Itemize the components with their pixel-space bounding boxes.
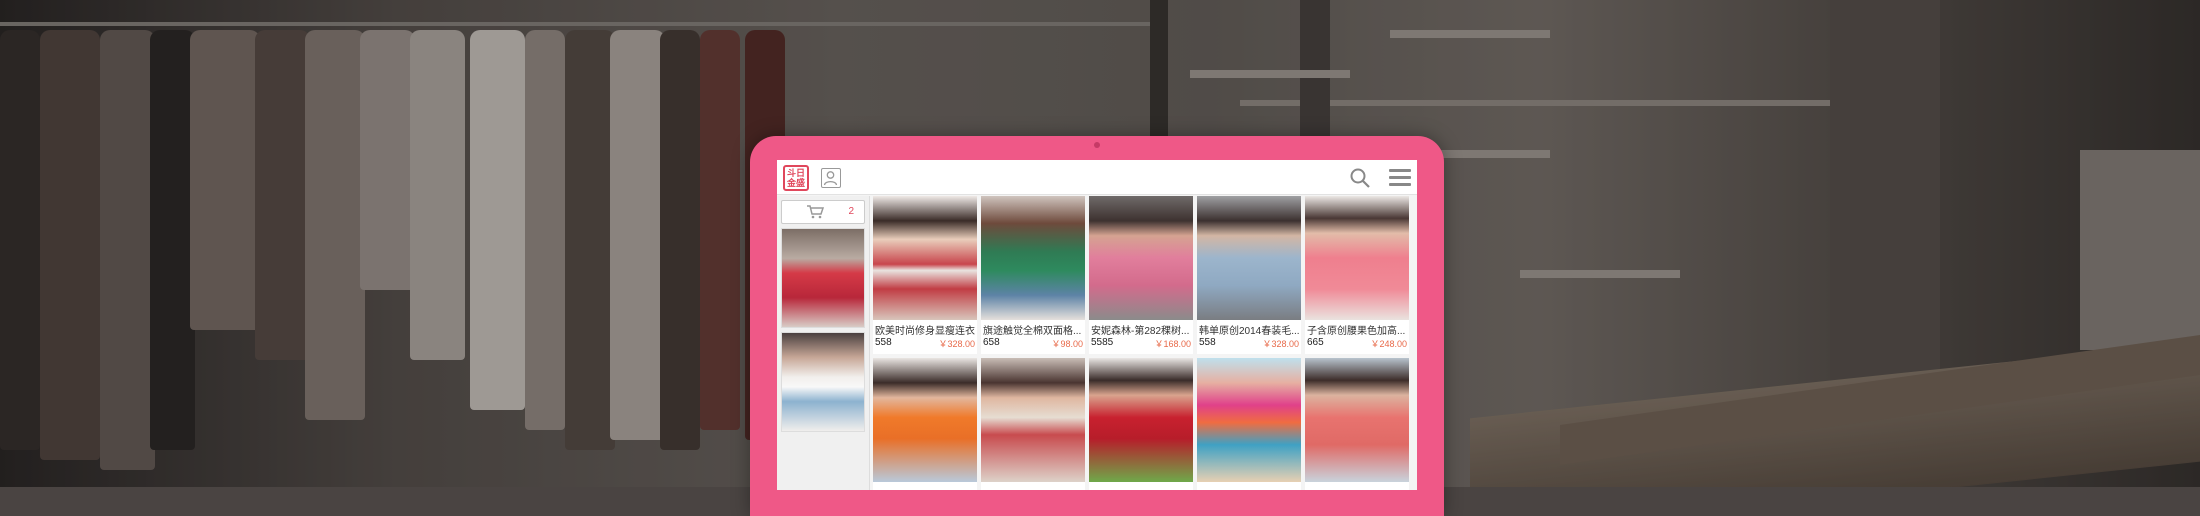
product-sales: 658 <box>983 337 1000 348</box>
tablet-camera <box>1094 142 1100 148</box>
cart-count: 2 <box>848 206 854 217</box>
product-price: ￥98.00 <box>1051 339 1083 349</box>
search-icon[interactable] <box>1349 167 1371 189</box>
tablet-device: 斗日金盛 2 欧美时尚修身显瘦连衣裙 558 ￥328.00 旗途触觉全棉双面格… <box>750 136 1444 516</box>
product-title[interactable]: 安妮森林-第282稞树... <box>1091 322 1191 337</box>
product-image[interactable] <box>1305 196 1409 320</box>
product-card[interactable]: 欧美时尚修身显瘦连衣裙 558 ￥328.00 <box>873 196 977 354</box>
sidebar-product-thumb[interactable] <box>781 332 865 432</box>
product-card[interactable] <box>1089 358 1193 490</box>
product-image[interactable] <box>1197 196 1301 320</box>
cart-icon <box>807 205 824 219</box>
product-image[interactable] <box>1305 358 1409 482</box>
tablet-screen: 斗日金盛 2 欧美时尚修身显瘦连衣裙 558 ￥328.00 旗途触觉全棉双面格… <box>777 160 1417 490</box>
user-icon[interactable] <box>821 168 841 188</box>
product-image[interactable] <box>873 196 977 320</box>
product-card[interactable]: 旗途触觉全棉双面格... 658 ￥98.00 <box>981 196 1085 354</box>
product-sales: 5585 <box>1091 337 1114 348</box>
product-image[interactable] <box>981 358 1085 482</box>
product-title[interactable]: 子含原创腰果色加高... <box>1307 322 1407 337</box>
product-grid: 欧美时尚修身显瘦连衣裙 558 ￥328.00 旗途触觉全棉双面格... 658… <box>873 196 1417 490</box>
app-logo[interactable]: 斗日金盛 <box>783 165 809 191</box>
product-title[interactable]: 旗途触觉全棉双面格... <box>983 322 1083 337</box>
sidebar: 2 <box>777 196 870 490</box>
sidebar-product-thumb[interactable] <box>781 228 865 328</box>
product-sales: 558 <box>1199 337 1216 348</box>
product-card[interactable]: 安妮森林-第282稞树... 5585 ￥168.00 <box>1089 196 1193 354</box>
app-header: 斗日金盛 <box>777 160 1417 195</box>
product-image[interactable] <box>1089 196 1193 320</box>
product-sales: 558 <box>875 337 892 348</box>
product-image[interactable] <box>981 196 1085 320</box>
product-card[interactable]: 子含原创腰果色加高... 665 ￥248.00 <box>1305 196 1409 354</box>
product-card[interactable]: 韩单原创2014春装毛... 558 ￥328.00 <box>1197 196 1301 354</box>
product-card[interactable] <box>1305 358 1409 490</box>
product-image[interactable] <box>873 358 977 482</box>
product-card[interactable] <box>873 358 977 490</box>
product-title[interactable]: 韩单原创2014春装毛... <box>1199 322 1299 337</box>
cart-button[interactable]: 2 <box>781 200 865 224</box>
product-price: ￥328.00 <box>1262 339 1299 349</box>
product-image[interactable] <box>1197 358 1301 482</box>
product-card[interactable] <box>1197 358 1301 490</box>
product-price: ￥328.00 <box>938 339 975 349</box>
product-title[interactable]: 欧美时尚修身显瘦连衣裙 <box>875 322 975 337</box>
product-price: ￥248.00 <box>1370 339 1407 349</box>
product-sales: 665 <box>1307 337 1324 348</box>
menu-icon[interactable] <box>1389 169 1411 187</box>
product-image[interactable] <box>1089 358 1193 482</box>
product-card[interactable] <box>981 358 1085 490</box>
product-price: ￥168.00 <box>1154 339 1191 349</box>
